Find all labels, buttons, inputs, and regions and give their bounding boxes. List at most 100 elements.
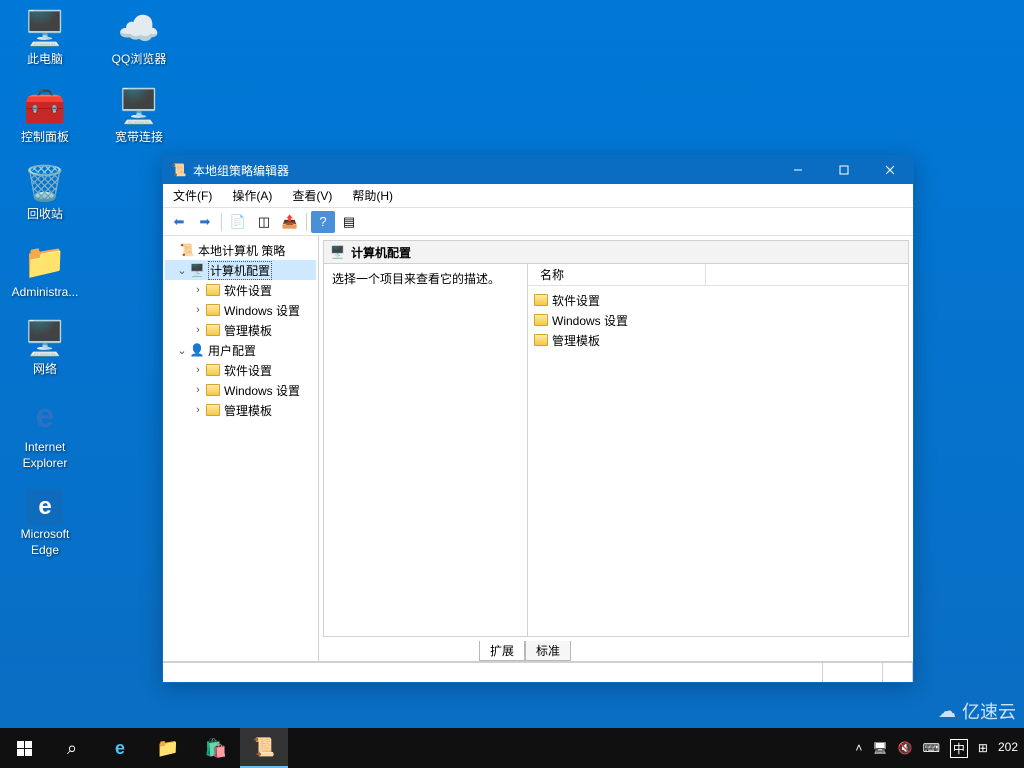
statusbar [163,662,913,682]
tree-user-admin-templates[interactable]: ›管理模板 [165,400,316,420]
tree-root[interactable]: 📜本地计算机 策略 [165,240,316,260]
taskbar-gpedit[interactable]: 📜 [240,728,288,768]
expand-icon[interactable]: › [191,304,205,316]
view-tabs: 扩展 标准 [479,641,913,661]
computer-icon: 🖥️ [189,262,205,278]
window-title: 本地组策略编辑器 [193,162,289,179]
desktop-icon-control-panel[interactable]: 🧰控制面板 [8,86,82,146]
up-button[interactable]: 📄 [226,211,250,233]
desktop-icon-edge[interactable]: eMicrosoft Edge [8,489,82,558]
taskbar-edge[interactable]: e [96,728,144,768]
tab-extended[interactable]: 扩展 [479,641,525,661]
gpedit-icon: 📜 [253,737,275,758]
menubar: 文件(F) 操作(A) 查看(V) 帮助(H) [163,184,913,208]
user-icon: 👤 [189,342,205,358]
help-button[interactable]: ? [311,211,335,233]
folder-icon [205,282,221,298]
desktop-icon-broadband[interactable]: 🖥️宽带连接 [102,86,176,146]
content-pane: 🖥️计算机配置 选择一个项目来查看它的描述。 名称 软件设置 Windows 设… [319,236,913,661]
expand-icon[interactable]: › [191,364,205,376]
taskbar: ⌕ e 📁 🛍️ 📜 ˄ 🖥 🔇 ⌨ 中 ⊞ 202 [0,728,1024,768]
list-item[interactable]: 管理模板 [534,330,902,350]
list-header[interactable]: 名称 [528,264,908,286]
separator [306,213,307,231]
tree-computer-config[interactable]: ⌄🖥️计算机配置 [165,260,316,280]
explorer-icon: 📁 [157,738,179,759]
export-button[interactable]: 📤 [278,211,302,233]
tree-user-windows-settings[interactable]: ›Windows 设置 [165,380,316,400]
tree-user-software-settings[interactable]: ›软件设置 [165,360,316,380]
expand-icon[interactable]: › [191,384,205,396]
desktop-icon-this-pc[interactable]: 🖥️此电脑 [8,8,82,68]
search-button[interactable]: ⌕ [48,728,96,768]
forward-button[interactable]: ➡ [193,211,217,233]
network-icon: 🖥️ [24,318,66,360]
taskbar-explorer[interactable]: 📁 [144,728,192,768]
close-button[interactable] [867,156,913,184]
ie-icon: e [24,396,66,438]
system-tray: ˄ 🖥 🔇 ⌨ 中 ⊞ 202 [855,739,1024,758]
column-name[interactable]: 名称 [536,264,706,285]
edge-icon: e [27,489,63,525]
start-button[interactable] [0,728,48,768]
desktop-icon-administrator[interactable]: 📁Administra... [8,241,82,301]
minimize-button[interactable] [775,156,821,184]
toolbar: ⬅ ➡ 📄 ◫ 📤 ? ▤ [163,208,913,236]
list-item[interactable]: 软件设置 [534,290,902,310]
expand-icon[interactable]: › [191,324,205,336]
menu-view[interactable]: 查看(V) [288,185,336,206]
watermark: ☁亿速云 [938,698,1016,724]
menu-file[interactable]: 文件(F) [169,185,216,206]
gpedit-window: 📜 本地组策略编辑器 文件(F) 操作(A) 查看(V) 帮助(H) ⬅ ➡ 📄… [162,155,914,683]
computer-icon: 🖥️ [330,245,345,259]
desktop: 🖥️此电脑 ☁️QQ浏览器 🧰控制面板 🖥️宽带连接 🗑️回收站 📁Admini… [0,0,1024,768]
maximize-button[interactable] [821,156,867,184]
desktop-icons: 🖥️此电脑 ☁️QQ浏览器 🧰控制面板 🖥️宽带连接 🗑️回收站 📁Admini… [8,8,176,558]
folder-icon [534,314,548,326]
desktop-icon-network[interactable]: 🖥️网络 [8,318,82,378]
menu-help[interactable]: 帮助(H) [348,185,397,206]
show-hide-tree-button[interactable]: ◫ [252,211,276,233]
recycle-bin-icon: 🗑️ [24,163,66,205]
desktop-icon-ie[interactable]: eInternet Explorer [8,396,82,471]
folder-icon [205,362,221,378]
menu-action[interactable]: 操作(A) [228,185,276,206]
app-icon: 📜 [171,162,187,178]
tree-admin-templates[interactable]: ›管理模板 [165,320,316,340]
list-item[interactable]: Windows 设置 [534,310,902,330]
expand-icon[interactable]: › [191,284,205,296]
expand-icon[interactable]: › [191,404,205,416]
clock[interactable]: 202 [998,741,1018,754]
collapse-icon[interactable]: ⌄ [175,344,189,357]
tree-pane[interactable]: 📜本地计算机 策略 ⌄🖥️计算机配置 ›软件设置 ›Windows 设置 ›管理… [163,236,319,661]
tree-user-config[interactable]: ⌄👤用户配置 [165,340,316,360]
back-button[interactable]: ⬅ [167,211,191,233]
tree-software-settings[interactable]: ›软件设置 [165,280,316,300]
folder-icon [534,294,548,306]
volume-icon[interactable]: 🔇 [898,741,913,755]
taskbar-store[interactable]: 🛍️ [192,728,240,768]
control-panel-icon: 🧰 [24,86,66,128]
policy-icon: 📜 [179,242,195,258]
desktop-icon-qqbrowser[interactable]: ☁️QQ浏览器 [102,8,176,68]
folder-icon [534,334,548,346]
folder-icon [205,402,221,418]
titlebar[interactable]: 📜 本地组策略编辑器 [163,156,913,184]
ime-mode-icon[interactable]: ⊞ [978,741,988,755]
network-icon[interactable]: 🖥 [872,741,887,755]
separator [221,213,222,231]
tray-expand-icon[interactable]: ˄ [855,741,862,755]
keyboard-icon[interactable]: ⌨ [923,741,940,755]
list-pane[interactable]: 名称 软件设置 Windows 设置 管理模板 [528,264,908,636]
folder-icon [205,382,221,398]
collapse-icon[interactable]: ⌄ [175,264,189,277]
windows-logo-icon [16,740,32,756]
filter-button[interactable]: ▤ [337,211,361,233]
ime-indicator[interactable]: 中 [950,739,968,758]
store-icon: 🛍️ [205,738,227,759]
tab-standard[interactable]: 标准 [525,641,571,661]
desktop-icon-recycle-bin[interactable]: 🗑️回收站 [8,163,82,223]
broadband-icon: 🖥️ [118,86,160,128]
qqbrowser-icon: ☁️ [118,8,160,50]
tree-windows-settings[interactable]: ›Windows 设置 [165,300,316,320]
